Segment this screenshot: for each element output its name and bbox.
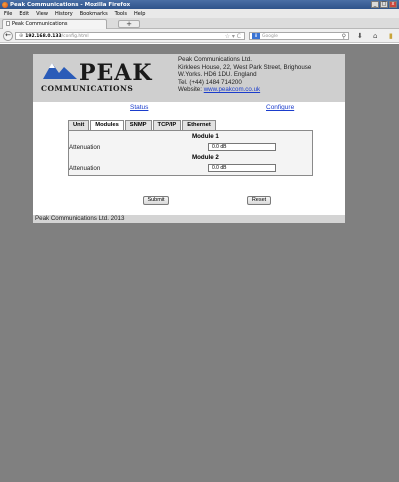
module-2-attenuation-input[interactable]: 0.0 dB — [208, 164, 276, 172]
page-footer: Peak Communications Ltd. 2013 — [33, 215, 345, 223]
menu-view[interactable]: View — [36, 11, 48, 17]
company-name: Peak Communications Ltd. — [178, 56, 252, 63]
reset-button[interactable]: Reset — [247, 196, 271, 205]
website-row: Website: www.peakcom.co.uk — [178, 86, 311, 94]
bookmark-star-icon[interactable]: ☆ ▾ C — [225, 33, 241, 40]
menu-edit[interactable]: Edit — [19, 11, 29, 17]
page-viewport: PEAK COMMUNICATIONS Peak Communications … — [0, 44, 399, 482]
tab-unit[interactable]: Unit — [68, 120, 90, 130]
firefox-icon — [2, 1, 8, 8]
module-1-attenuation-input[interactable]: 0.0 dB — [208, 143, 276, 151]
address-line-2: W.Yorks. HD6 1DU. England — [178, 71, 257, 79]
tab-tcpip[interactable]: TCP/IP — [152, 120, 182, 130]
menu-file[interactable]: File — [4, 11, 12, 17]
website-label: Website: — [178, 86, 202, 94]
address-line-1: Kirklees House, 22, West Park Street, Br… — [178, 63, 312, 71]
module-2-title: Module 2 — [192, 154, 219, 161]
telephone: Tel. (+44) 1484 714200 — [178, 78, 242, 86]
back-button[interactable]: ← — [3, 31, 13, 41]
menu-bar: File Edit View History Bookmarks Tools H… — [0, 9, 399, 18]
globe-icon: ⊕ — [19, 33, 24, 39]
tab-snmp[interactable]: SNMP — [124, 120, 152, 130]
modules-panel: Module 1 Attenuation 0.0 dB Module 2 Att… — [68, 130, 313, 176]
logo-communications-text: COMMUNICATIONS — [41, 84, 134, 93]
status-link[interactable]: Status — [130, 104, 148, 111]
maximize-button[interactable]: □ — [380, 1, 388, 8]
tab-strip: Peak Communications + — [0, 18, 399, 29]
close-button[interactable]: x — [389, 1, 397, 8]
menu-history[interactable]: History — [55, 11, 73, 17]
url-host: 192.168.0.133 — [25, 33, 62, 39]
top-navigation: Status Configure — [33, 104, 345, 114]
menu-bookmarks[interactable]: Bookmarks — [80, 11, 108, 17]
config-page: PEAK COMMUNICATIONS Peak Communications … — [33, 54, 345, 223]
home-icon[interactable]: ⌂ — [373, 32, 377, 40]
config-tabs: Unit Modules SNMP TCP/IP Ethernet — [68, 120, 216, 131]
menu-tools[interactable]: Tools — [115, 11, 127, 17]
search-placeholder: Google — [262, 33, 278, 39]
window-title: Peak Communications - Mozilla Firefox — [10, 1, 131, 8]
contact-info: Peak Communications Ltd. Kirklees House,… — [178, 56, 311, 94]
new-tab-button[interactable]: + — [118, 20, 140, 28]
submit-button[interactable]: Submit — [143, 196, 169, 205]
menu-help[interactable]: Help — [134, 11, 145, 17]
magnifier-icon[interactable]: ⚲ — [342, 33, 346, 40]
tab-ethernet[interactable]: Ethernet — [182, 120, 216, 130]
module-1-title: Module 1 — [192, 133, 219, 140]
peak-logo: PEAK COMMUNICATIONS — [41, 60, 171, 98]
search-bar[interactable]: 8 Google ⚲ — [249, 32, 349, 40]
mountain-logo-icon — [43, 63, 77, 79]
module-1-attenuation-label: Attenuation — [69, 144, 101, 151]
download-icon[interactable]: ⬇ — [357, 32, 363, 40]
page-header: PEAK COMMUNICATIONS Peak Communications … — [33, 54, 345, 102]
google-icon[interactable]: 8 — [252, 33, 260, 39]
configure-link[interactable]: Configure — [266, 104, 294, 111]
website-link[interactable]: www.peakcom.co.uk — [204, 86, 260, 93]
minimize-button[interactable]: _ — [371, 1, 379, 8]
url-path: /config.html — [61, 33, 89, 39]
url-bar[interactable]: ⊕ 192.168.0.133/config.html ☆ ▾ C — [15, 32, 245, 40]
browser-tab[interactable]: Peak Communications — [2, 19, 107, 29]
logo-peak-text: PEAK — [79, 60, 153, 86]
bookmarks-icon[interactable]: ▮ — [389, 32, 393, 40]
module-2-attenuation-label: Attenuation — [69, 165, 101, 172]
browser-tab-title: Peak Communications — [12, 21, 68, 27]
navigation-bar: ← ⊕ 192.168.0.133/config.html ☆ ▾ C 8 Go… — [0, 29, 399, 43]
page-icon — [6, 21, 10, 26]
window-titlebar: Peak Communications - Mozilla Firefox _ … — [0, 0, 399, 9]
